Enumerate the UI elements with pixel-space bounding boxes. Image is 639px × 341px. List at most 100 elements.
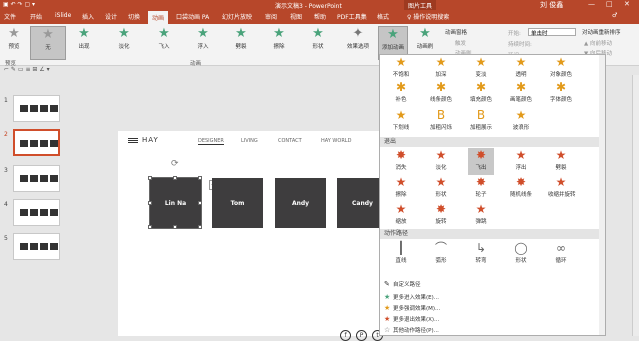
effect-exit-row0-item[interactable]: ✸ 飞出 <box>468 148 494 175</box>
effect-exit-row2-item[interactable]: ★ 弹跳 <box>468 202 494 229</box>
person-photo[interactable]: Lin Na <box>148 176 202 229</box>
effect-row1-item[interactable]: ✱ 线条颜色 <box>428 80 454 107</box>
tab-format[interactable]: 格式 <box>377 12 389 21</box>
effect-exit-row2-item[interactable]: ★ 缩放 <box>388 202 414 229</box>
tab-design[interactable]: 设计 <box>105 12 117 21</box>
resize-handle[interactable] <box>148 201 152 205</box>
rotate-handle-icon[interactable]: ⟳ <box>171 159 179 169</box>
effect-row2-item[interactable]: ★ 波浪形 <box>508 108 534 135</box>
tab-pocket-animation[interactable]: 口袋动画 PA <box>176 12 209 21</box>
resize-handle[interactable] <box>148 225 152 229</box>
vertical-scrollbar[interactable] <box>632 75 639 336</box>
effect-row1-item[interactable]: ✱ 画笔颜色 <box>508 80 534 107</box>
tab-animations[interactable]: 动画 <box>148 11 169 24</box>
effect-path-row-item[interactable]: ┃ 直线 <box>388 241 414 268</box>
custom-path-item[interactable]: ✎ 自定义路径 <box>384 280 421 288</box>
slide-thumbnail[interactable] <box>13 233 60 260</box>
close-button[interactable]: ✕ <box>624 0 630 8</box>
minimize-button[interactable]: — <box>588 0 595 8</box>
animation-pane-button[interactable]: 动画窗格 <box>445 28 467 36</box>
resize-handle[interactable] <box>198 201 202 205</box>
animation-appear[interactable]: ★ 出现 <box>72 26 96 60</box>
tab-review[interactable]: 审阅 <box>265 12 277 21</box>
tab-slideshow[interactable]: 幻灯片放映 <box>222 12 252 21</box>
preview-button[interactable]: ★ 预览 <box>2 26 26 60</box>
maximize-button[interactable]: □ <box>606 0 613 8</box>
effect-path-row-item[interactable]: ↳ 转弯 <box>468 241 494 268</box>
slide-thumbnail-selected[interactable] <box>13 129 60 156</box>
effect-exit-row0-item[interactable]: ★ 浮出 <box>508 148 534 175</box>
effect-row0-item[interactable]: ★ 不饱和 <box>388 55 414 82</box>
animation-float-in[interactable]: ★ 浮入 <box>191 26 215 60</box>
slide-thumbnail[interactable] <box>13 165 60 192</box>
nav-designer[interactable]: DESIGNER <box>198 138 224 145</box>
effect-path-row-item[interactable]: ⌒ 弧形 <box>428 241 454 268</box>
effect-path-row-item[interactable]: ∞ 循环 <box>548 241 574 268</box>
effect-path-row-item[interactable]: ◯ 形状 <box>508 241 534 268</box>
tab-view[interactable]: 视图 <box>290 12 302 21</box>
effect-label: 画笔颜色 <box>509 97 532 103</box>
animation-fly-in[interactable]: ★ 飞入 <box>152 26 176 60</box>
effect-row1-item[interactable]: ✱ 填充颜色 <box>468 80 494 107</box>
nav-living[interactable]: LIVING <box>241 138 258 144</box>
move-earlier-button[interactable]: ▲ 向前移动 <box>584 39 612 47</box>
effect-row0-item[interactable]: ★ 加深 <box>428 55 454 82</box>
tab-transitions[interactable]: 切换 <box>128 12 140 21</box>
tab-file[interactable]: 文件 <box>4 12 16 21</box>
effect-options-button[interactable]: ✦ 效果选项 <box>344 26 372 60</box>
effect-row0-item[interactable]: ★ 变淡 <box>468 55 494 82</box>
effect-row1-item[interactable]: ✱ 补色 <box>388 80 414 107</box>
animation-wipe[interactable]: ★ 擦除 <box>267 26 291 60</box>
effect-row2-item[interactable]: ★ 下划线 <box>388 108 414 135</box>
effect-row0-item[interactable]: ★ 对象颜色 <box>548 55 574 82</box>
animation-shape[interactable]: ★ 形状 <box>306 26 330 60</box>
user-name[interactable]: 刘 俊鑫 <box>540 0 563 10</box>
star-icon: ☆ <box>384 326 391 334</box>
tell-me-search[interactable]: ♀ 操作说明搜索 <box>407 12 449 21</box>
resize-handle[interactable] <box>148 176 152 180</box>
animation-split[interactable]: ★ 劈裂 <box>229 26 253 60</box>
trigger-button[interactable]: 触发 <box>455 39 466 47</box>
tab-pdf-tools[interactable]: PDF工具集 <box>337 12 367 21</box>
effect-row0-item[interactable]: ★ 透明 <box>508 55 534 82</box>
share-icon[interactable]: ♂ <box>612 12 617 19</box>
slide-thumbnail[interactable] <box>13 199 60 226</box>
nav-hay-world[interactable]: HAY WORLD <box>321 138 351 144</box>
effect-icon: ↳ <box>475 241 487 255</box>
shape-star-icon: ★ <box>312 26 324 41</box>
gallery-scrollbar[interactable] <box>599 55 605 335</box>
animation-none[interactable]: ★ 无 <box>30 26 66 60</box>
effect-exit-row1-item[interactable]: ★ 形状 <box>428 175 454 202</box>
effect-exit-row0-item[interactable]: ★ 劈裂 <box>548 148 574 175</box>
quick-access-toolbar[interactable]: ▣ ↶ ↷ ▢ ▾ <box>3 1 35 8</box>
nav-contact[interactable]: CONTACT <box>278 138 302 144</box>
resize-handle[interactable] <box>173 176 177 180</box>
effect-exit-row1-item[interactable]: ★ 收缩并旋转 <box>548 175 576 202</box>
effect-exit-row1-item[interactable]: ✸ 轮子 <box>468 175 494 202</box>
effect-row1-item[interactable]: ✱ 字体颜色 <box>548 80 574 107</box>
tab-islide[interactable]: iSlide <box>55 12 71 19</box>
effect-exit-row1-item[interactable]: ✸ 随机线条 <box>508 175 534 202</box>
resize-handle[interactable] <box>198 225 202 229</box>
tab-help[interactable]: 帮助 <box>314 12 326 21</box>
more-effects-item[interactable]: ☆ 其他动作路径(P)... <box>384 326 439 334</box>
tab-home[interactable]: 开始 <box>30 12 42 21</box>
more-effects-item[interactable]: ★ 更多退出效果(X)... <box>384 315 439 323</box>
effect-exit-row0-item[interactable]: ✸ 消失 <box>388 148 414 175</box>
effect-exit-row0-item[interactable]: ★ 淡化 <box>428 148 454 175</box>
person-photo[interactable]: Tom <box>212 178 263 228</box>
tab-insert[interactable]: 插入 <box>82 12 94 21</box>
slide-thumbnail[interactable] <box>13 95 60 122</box>
effect-exit-row2-item[interactable]: ✸ 旋转 <box>428 202 454 229</box>
start-select[interactable]: 单击时 <box>528 28 576 37</box>
effect-icon: ✸ <box>475 175 487 189</box>
more-effects-item[interactable]: ★ 更多进入效果(E)... <box>384 293 439 301</box>
effect-exit-row1-item[interactable]: ★ 擦除 <box>388 175 414 202</box>
animation-fade[interactable]: ★ 淡化 <box>112 26 136 60</box>
person-photo[interactable]: Andy <box>275 178 326 228</box>
more-effects-item[interactable]: ★ 更多强调效果(M)... <box>384 304 440 312</box>
resize-handle[interactable] <box>173 225 177 229</box>
effect-row2-item[interactable]: B 加粗闪烁 <box>428 108 454 135</box>
effect-row2-item[interactable]: B 加粗展示 <box>468 108 494 135</box>
resize-handle[interactable] <box>198 176 202 180</box>
